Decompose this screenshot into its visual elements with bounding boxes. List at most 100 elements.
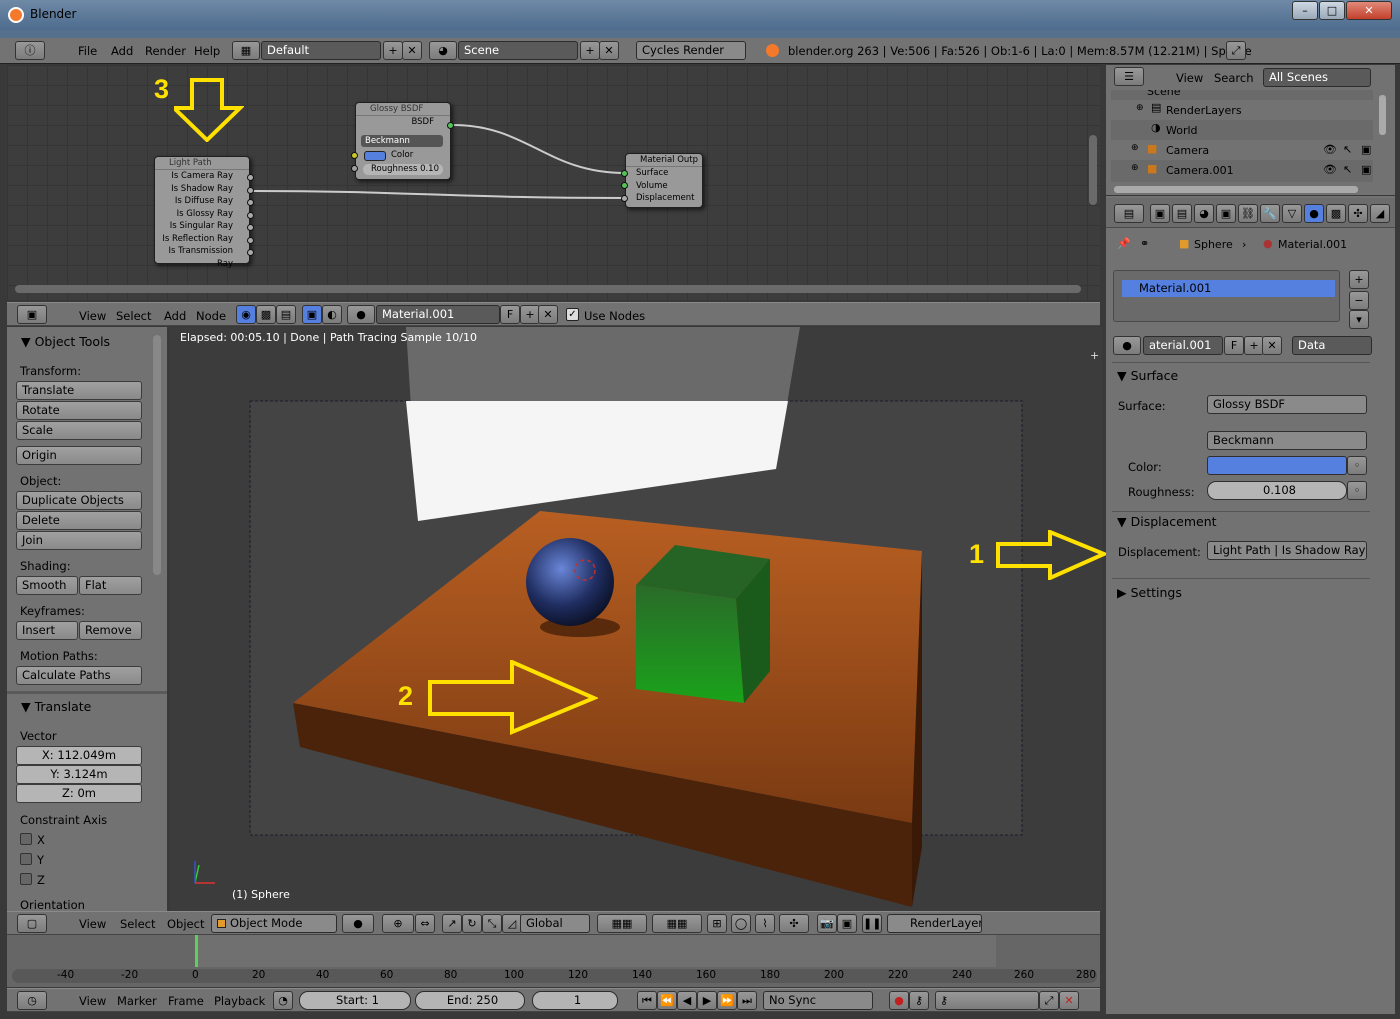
surface-section-header[interactable]: ▼ Surface <box>1117 368 1178 383</box>
layout-icon[interactable]: ▦ <box>232 41 260 60</box>
menu-help[interactable]: Help <box>194 44 220 58</box>
layers-icon[interactable]: ▦▦ <box>597 914 647 933</box>
insert-key-icon[interactable]: ⤢ <box>1039 991 1059 1010</box>
layers-icon-2[interactable]: ▦▦ <box>652 914 702 933</box>
editor-type-icon[interactable]: ▤ <box>1114 204 1144 223</box>
manipulator-icon[interactable]: ⇔ <box>415 914 435 933</box>
origin-button[interactable]: Origin <box>16 446 142 465</box>
object-icon[interactable]: ▣ <box>302 305 322 324</box>
prev-keyframe-icon[interactable]: ⏪ <box>657 991 677 1010</box>
menu-playback[interactable]: Playback <box>214 994 265 1008</box>
compositing-nodes-icon[interactable]: ▤ <box>276 305 296 324</box>
play-reverse-icon[interactable]: ◀ <box>677 991 697 1010</box>
shader-nodes-icon[interactable]: ◉ <box>236 305 256 324</box>
scene-tab-icon[interactable]: ◕ <box>1194 204 1214 223</box>
settings-section-header[interactable]: ▶ Settings <box>1117 585 1182 600</box>
color-swatch[interactable] <box>1207 456 1347 475</box>
constraints-tab-icon[interactable]: ⛓ <box>1238 204 1258 223</box>
scale-manipulator-icon-2[interactable]: ◿ <box>502 914 522 933</box>
displacement-input-socket[interactable] <box>621 195 628 202</box>
record-icon[interactable]: ● <box>889 991 909 1010</box>
bsdf-output-socket[interactable] <box>447 122 454 129</box>
outliner-item-scene[interactable]: Scene <box>1147 90 1181 98</box>
object-tab-icon[interactable]: ▣ <box>1216 204 1236 223</box>
render-anim-icon[interactable]: ▣ <box>837 914 857 933</box>
play-icon[interactable]: ▶ <box>697 991 717 1010</box>
tool-shelf-scrollbar[interactable] <box>153 335 161 575</box>
roughness-input-socket[interactable] <box>351 165 358 172</box>
constraint-x-checkbox[interactable] <box>20 833 32 845</box>
render-tab-icon[interactable]: ▣ <box>1150 204 1170 223</box>
expand-icon[interactable]: ⊕ <box>1136 103 1144 113</box>
fake-user-button[interactable]: F <box>1224 336 1244 355</box>
calculate-paths-button[interactable]: Calculate Paths <box>16 666 142 685</box>
outliner-item-world[interactable]: World <box>1166 124 1198 137</box>
menu-search[interactable]: Search <box>1214 71 1254 85</box>
surface-input-socket[interactable] <box>621 170 628 177</box>
add-material-button[interactable]: + <box>1244 336 1264 355</box>
constraint-y-checkbox[interactable] <box>20 853 32 865</box>
translate-button[interactable]: Translate <box>16 381 142 400</box>
select-cursor-icon[interactable]: ↖ <box>1343 163 1352 176</box>
operator-title[interactable]: ▼ Translate <box>21 699 91 714</box>
material-slot-item[interactable]: Material.001 <box>1122 280 1335 297</box>
breadcrumb-object[interactable]: Sphere <box>1194 238 1233 251</box>
unlink-material-button[interactable]: ✕ <box>1262 336 1282 355</box>
pivot-icon[interactable]: ⊕ <box>382 914 414 933</box>
menu-file[interactable]: File <box>78 44 97 58</box>
displacement-value-field[interactable]: Light Path | Is Shadow Ray <box>1207 541 1367 560</box>
timeline[interactable]: -40 -20 0 20 40 60 80 100 120 140 160 18… <box>7 935 1100 987</box>
close-button[interactable]: ✕ <box>1346 1 1392 20</box>
output-socket[interactable] <box>247 249 254 256</box>
node-editor-vscrollbar[interactable] <box>1089 135 1097 205</box>
menu-view[interactable]: View <box>79 917 106 931</box>
editor-type-icon[interactable]: ▣ <box>17 305 47 324</box>
keying-set-icon[interactable]: ⚷ <box>935 991 1039 1010</box>
shading-icon[interactable]: ● <box>342 914 374 933</box>
select-cursor-icon[interactable]: ↖ <box>1343 143 1352 156</box>
render-layer-field[interactable]: RenderLayer <box>887 914 982 933</box>
distribution-dropdown[interactable]: Beckmann <box>361 135 443 147</box>
material-slot-list[interactable]: Material.001 <box>1113 270 1340 322</box>
remove-keyframe-button[interactable]: Remove <box>79 621 142 640</box>
smooth-button[interactable]: Smooth <box>16 576 78 595</box>
output-socket[interactable] <box>247 212 254 219</box>
end-frame-field[interactable]: End: 250 <box>415 991 525 1010</box>
minimize-button[interactable]: – <box>1292 1 1318 20</box>
menu-view[interactable]: View <box>1176 71 1203 85</box>
visibility-eye-icon[interactable]: 👁 <box>1323 163 1337 176</box>
material-tab-icon[interactable]: ● <box>1304 204 1324 223</box>
next-keyframe-icon[interactable]: ⏩ <box>717 991 737 1010</box>
vector-x-field[interactable]: X: 112.049m <box>16 746 142 765</box>
menu-frame[interactable]: Frame <box>168 994 204 1008</box>
outliner-vscrollbar[interactable] <box>1379 95 1386 135</box>
maximize-button[interactable]: □ <box>1319 1 1345 20</box>
outliner-filter-dropdown[interactable]: All Scenes <box>1263 68 1371 87</box>
add-layout-button[interactable]: + <box>383 41 403 60</box>
menu-render[interactable]: Render <box>145 44 186 58</box>
volume-input-socket[interactable] <box>621 182 628 189</box>
preview-range-icon[interactable]: ◔ <box>273 991 293 1010</box>
unlink-material-button[interactable]: ✕ <box>538 305 558 324</box>
modifiers-tab-icon[interactable]: 🔧 <box>1260 204 1280 223</box>
node-editor-hscrollbar[interactable] <box>15 285 1081 293</box>
render-engine-dropdown[interactable]: Cycles Render <box>636 41 746 60</box>
displacement-section-header[interactable]: ▼ Displacement <box>1117 514 1217 529</box>
outliner-hscrollbar[interactable] <box>1114 186 1358 193</box>
vector-z-field[interactable]: Z: 0m <box>16 784 142 803</box>
translate-manipulator-icon[interactable]: ↗ <box>442 914 462 933</box>
menu-select[interactable]: Select <box>116 309 151 323</box>
rotate-button[interactable]: Rotate <box>16 401 142 420</box>
material-browse-icon[interactable]: ● <box>1113 336 1141 355</box>
render-camera-icon[interactable]: ▣ <box>1361 163 1371 176</box>
duplicate-objects-button[interactable]: Duplicate Objects <box>16 491 142 510</box>
proportional-edit-icon[interactable]: ◯ <box>731 914 751 933</box>
roughness-field[interactable]: 0.108 <box>1207 481 1347 500</box>
screen-layout-field[interactable]: Default <box>261 41 381 60</box>
roughness-link-icon[interactable]: ◦ <box>1347 481 1367 500</box>
remove-layout-button[interactable]: ✕ <box>402 41 422 60</box>
output-socket[interactable] <box>247 237 254 244</box>
timeline-scrubber[interactable] <box>12 969 1097 983</box>
particles-tab-icon[interactable]: ✣ <box>1348 204 1368 223</box>
color-swatch[interactable] <box>364 151 386 161</box>
